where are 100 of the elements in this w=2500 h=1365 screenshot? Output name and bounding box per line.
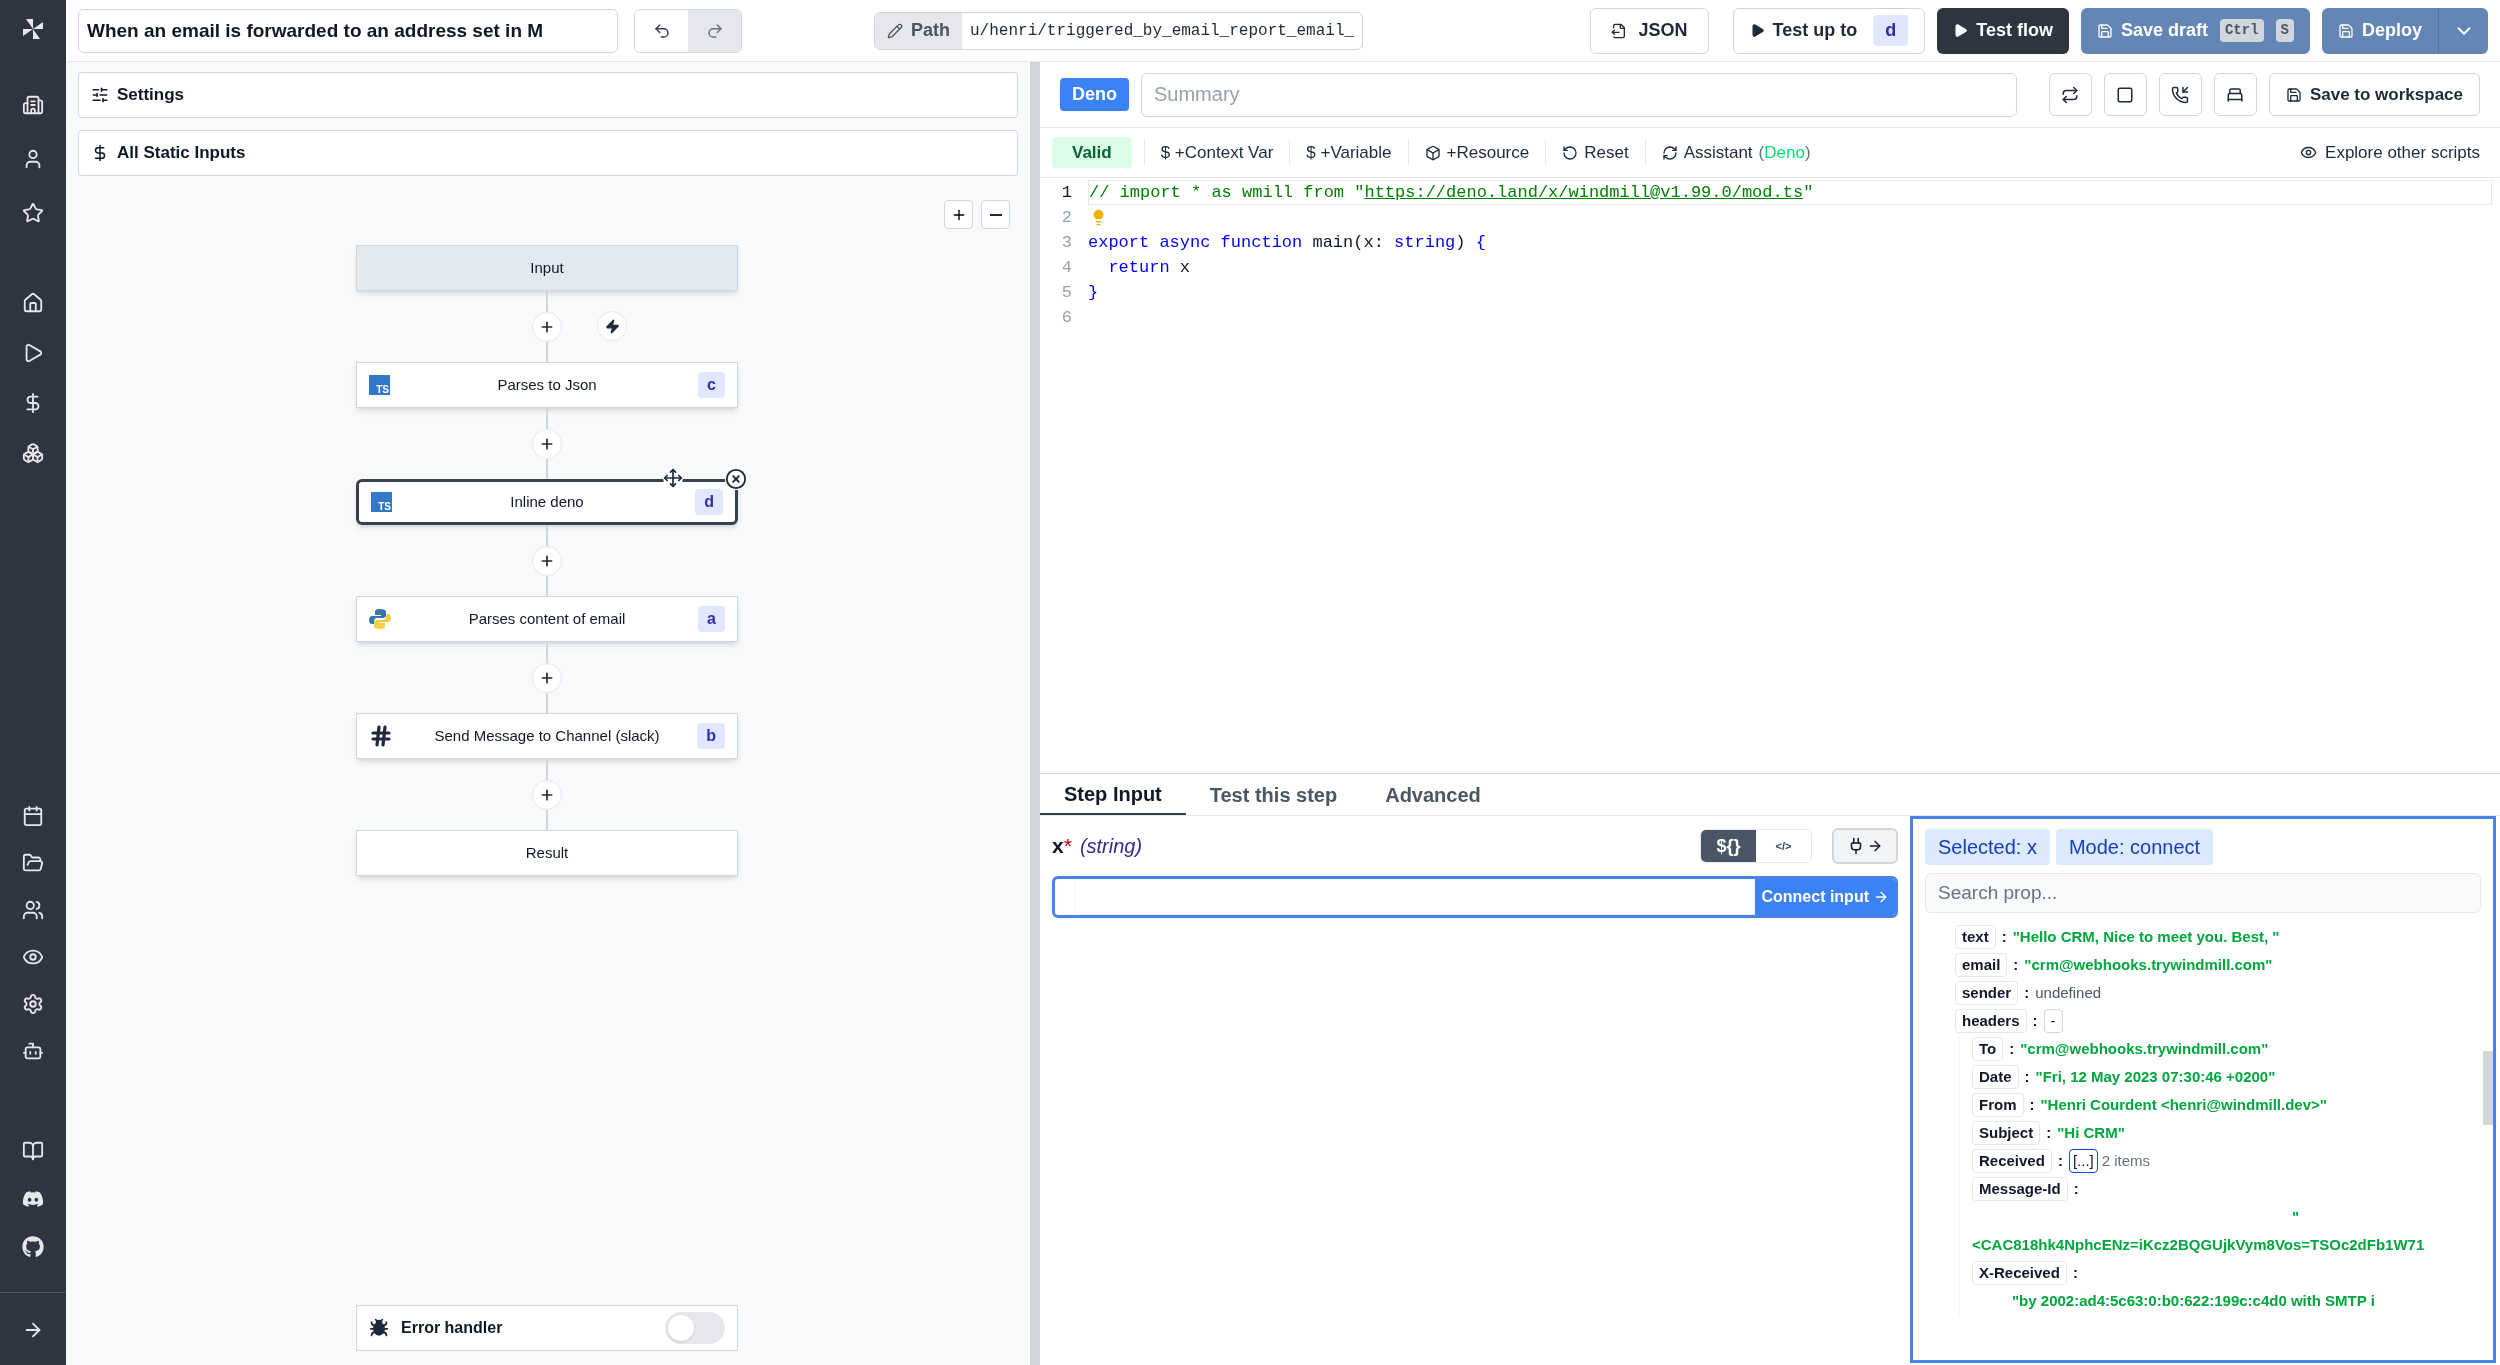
editor-toolbar-button[interactable]: $ +Variable	[1289, 139, 1408, 166]
trigger-button[interactable]	[597, 311, 627, 341]
typescript-icon: TS	[371, 492, 392, 512]
property-value: "Hi CRM"	[2057, 1122, 2125, 1143]
search-field[interactable]: Search prop...	[1925, 873, 2481, 913]
code-line: export async function main(x: string) {	[1088, 232, 1486, 254]
editor-tool-button[interactable]	[2158, 73, 2202, 116]
property-value: "by 2002:ad4:5c63:0:b0:622:199c:c4d0 with SMTP i	[2012, 1290, 2375, 1311]
code-line: return x	[1107, 257, 1191, 279]
arrow-right-icon	[1873, 889, 1889, 905]
settings-icon[interactable]	[22, 993, 44, 1015]
property-key[interactable]: Date	[1972, 1064, 2019, 1090]
step-label: Inline deno	[509, 491, 585, 512]
flow-step-node[interactable]: TS Inline deno d	[356, 479, 738, 525]
step-id-badge: c	[698, 372, 725, 398]
property-key[interactable]: Message-Id	[1972, 1176, 2068, 1202]
editor-toolbar-button[interactable]: Assistant (Deno)	[1644, 139, 1827, 166]
property-value: "Hello CRM, Nice to meet you. Best, "	[2012, 926, 2280, 947]
book-icon[interactable]	[22, 1140, 44, 1162]
add-step-button[interactable]	[532, 428, 562, 459]
step-label: Input	[529, 257, 565, 278]
building-icon[interactable]	[22, 94, 44, 116]
input-mode-button[interactable]: ${}	[1701, 830, 1756, 862]
boxes-icon[interactable]	[22, 442, 44, 464]
editor-toolbar-button[interactable]: $ +Context Var	[1143, 139, 1290, 166]
property-key[interactable]: Subject	[1972, 1120, 2041, 1146]
redo-icon	[705, 21, 724, 40]
settings-button[interactable]: Settings	[78, 72, 1018, 118]
property-key[interactable]: text	[1955, 924, 1996, 950]
step-id-badge: d	[695, 489, 723, 515]
eye-icon	[2300, 144, 2318, 161]
calendar-icon[interactable]	[22, 805, 44, 827]
add-step-button[interactable]	[532, 311, 562, 342]
error-handler-toggle[interactable]	[665, 1312, 725, 1344]
flow-step-node[interactable]: Send Message to Channel (slack) b	[356, 713, 738, 759]
step-label: Parses content of email	[467, 608, 627, 629]
save-draft-button[interactable]: Save draft Ctrl S	[2080, 7, 2310, 54]
property-key[interactable]: X-Received	[1972, 1260, 2067, 1286]
expand-array-button[interactable]: [...]	[2068, 1148, 2098, 1174]
pinwheel-logo-icon[interactable]	[20, 16, 46, 42]
explore-scripts-button[interactable]: Explore other scripts	[2300, 139, 2488, 166]
line-number: 4	[1061, 257, 1072, 279]
zoom-out-button[interactable]	[981, 200, 1010, 229]
property-key[interactable]: email	[1955, 952, 2008, 978]
step-label: Parses to Json	[496, 374, 598, 395]
flow-step-node[interactable]: Input	[356, 245, 738, 291]
colon: :	[2024, 982, 2030, 1003]
step-label: Send Message to Channel (slack)	[433, 725, 661, 746]
square-icon	[2116, 85, 2135, 104]
zoom-in-button[interactable]	[944, 200, 973, 229]
step-tab[interactable]: Advanced	[1361, 774, 1505, 815]
editor-tool-button[interactable]	[2048, 73, 2092, 116]
property-value: <CAC818hk4NphcENz=iKcz2BQGUjkVym8Vos=TSOc2dFb1W71	[1972, 1234, 2425, 1255]
required-mark: *	[1063, 833, 1072, 860]
cat-logo-icon[interactable]	[22, 1236, 44, 1258]
file-export-icon	[1610, 22, 1627, 39]
property-key[interactable]: sender	[1955, 980, 2019, 1006]
step-tab[interactable]: Test this step	[1185, 774, 1362, 815]
flow-step-node[interactable]: Result	[356, 830, 738, 876]
move-handle-icon[interactable]	[663, 468, 683, 488]
users-icon[interactable]	[22, 899, 44, 921]
add-step-button[interactable]	[532, 545, 562, 576]
static-inputs-button[interactable]: All Static Inputs	[78, 130, 1018, 176]
step-tab[interactable]: Step Input	[1040, 774, 1186, 815]
editor-tool-button[interactable]	[2103, 73, 2147, 116]
test-up-to-button[interactable]: Test up to d	[1732, 7, 1926, 54]
test-flow-button[interactable]: Test flow	[1937, 7, 2069, 54]
summary-field[interactable]: Summary	[1141, 72, 2017, 117]
property-key[interactable]: headers	[1955, 1008, 2027, 1034]
code-line: }	[1088, 282, 1099, 304]
connect-input-button[interactable]: Connect input	[1755, 879, 1895, 915]
editor-tool-button[interactable]	[2213, 73, 2257, 116]
star-icon[interactable]	[22, 202, 44, 224]
flow-title-field[interactable]: When an email is forwarded to an address set in M	[78, 8, 618, 53]
home-icon[interactable]	[22, 292, 44, 314]
remove-step-icon[interactable]	[725, 468, 747, 490]
editor-toolbar-button[interactable]: Reset	[1545, 139, 1645, 166]
arrow-right-icon	[1867, 838, 1883, 854]
flow-step-node[interactable]: Parses content of email a	[356, 596, 738, 642]
add-step-button[interactable]	[532, 779, 562, 810]
typescript-icon: TS	[369, 375, 390, 395]
input-field[interactable]: Connect input	[1052, 876, 1898, 918]
property-key[interactable]: Received	[1972, 1148, 2052, 1174]
flow-step-node[interactable]: TS Parses to Json c	[356, 362, 738, 408]
add-step-button[interactable]	[532, 662, 562, 693]
save-to-workspace-button[interactable]: Save to workspace	[2268, 73, 2480, 116]
robot-icon[interactable]	[22, 1040, 44, 1062]
colon: :	[2029, 1094, 2035, 1115]
scrollbar-thumb[interactable]	[2483, 1051, 2493, 1125]
valid-badge: Valid	[1052, 136, 1132, 169]
connect-plug-button[interactable]	[1832, 828, 1898, 864]
property-key[interactable]: From	[1972, 1092, 2024, 1118]
json-button[interactable]: JSON	[1589, 7, 1709, 54]
colon: :	[2046, 1122, 2052, 1143]
collapse-button[interactable]: -	[2043, 1008, 2063, 1034]
folder-icon[interactable]	[22, 852, 44, 874]
property-key[interactable]: To	[1972, 1036, 2004, 1062]
refresh-icon	[1661, 144, 1678, 161]
editor-toolbar-button[interactable]: +Resource	[1407, 139, 1546, 166]
info-chip: Mode: connect	[2055, 829, 2214, 865]
